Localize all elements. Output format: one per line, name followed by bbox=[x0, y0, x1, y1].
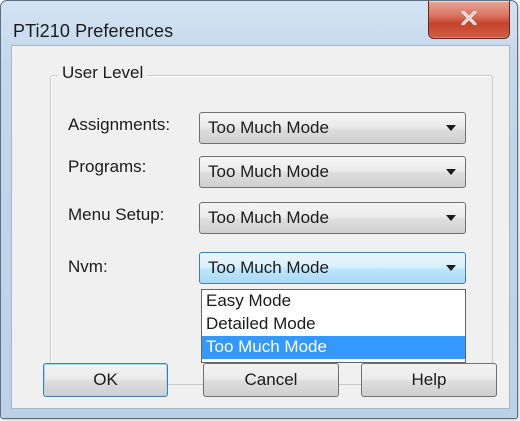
dropdown-option-too-much-mode[interactable]: Too Much Mode bbox=[202, 336, 465, 359]
chevron-down-icon bbox=[446, 215, 456, 221]
preferences-dialog: PTi210 Preferences User Level Assignment… bbox=[0, 0, 518, 419]
close-button[interactable] bbox=[428, 1, 510, 39]
help-button[interactable]: Help bbox=[361, 363, 497, 397]
dropdown-option-easy-mode[interactable]: Easy Mode bbox=[202, 290, 465, 313]
programs-combo[interactable]: Too Much Mode bbox=[199, 156, 466, 188]
dropdown-option-detailed-mode[interactable]: Detailed Mode bbox=[202, 313, 465, 336]
cancel-button[interactable]: Cancel bbox=[203, 363, 339, 397]
assignments-combo[interactable]: Too Much Mode bbox=[199, 112, 466, 144]
programs-label: Programs: bbox=[68, 157, 147, 176]
nvm-label: Nvm: bbox=[68, 257, 108, 276]
user-level-legend: User Level bbox=[58, 63, 148, 83]
nvm-combo[interactable]: Too Much Mode bbox=[199, 252, 466, 284]
menu-setup-label: Menu Setup: bbox=[68, 205, 165, 224]
nvm-combo-value: Too Much Mode bbox=[208, 258, 329, 277]
menu-setup-combo[interactable]: Too Much Mode bbox=[199, 202, 466, 234]
ok-button[interactable]: OK bbox=[43, 363, 168, 397]
assignments-combo-value: Too Much Mode bbox=[208, 118, 329, 137]
assignments-label: Assignments: bbox=[68, 115, 171, 134]
programs-combo-value: Too Much Mode bbox=[208, 162, 329, 181]
nvm-dropdown-list: Easy Mode Detailed Mode Too Much Mode bbox=[201, 289, 466, 363]
window-title: PTi210 Preferences bbox=[13, 21, 174, 41]
close-x-icon bbox=[461, 11, 477, 25]
chevron-down-icon bbox=[446, 125, 456, 131]
dialog-client-area: User Level Assignments: Too Much Mode Pr… bbox=[11, 45, 510, 409]
chevron-down-icon bbox=[446, 265, 456, 271]
menu-setup-combo-value: Too Much Mode bbox=[208, 208, 329, 227]
chevron-down-icon bbox=[446, 169, 456, 175]
